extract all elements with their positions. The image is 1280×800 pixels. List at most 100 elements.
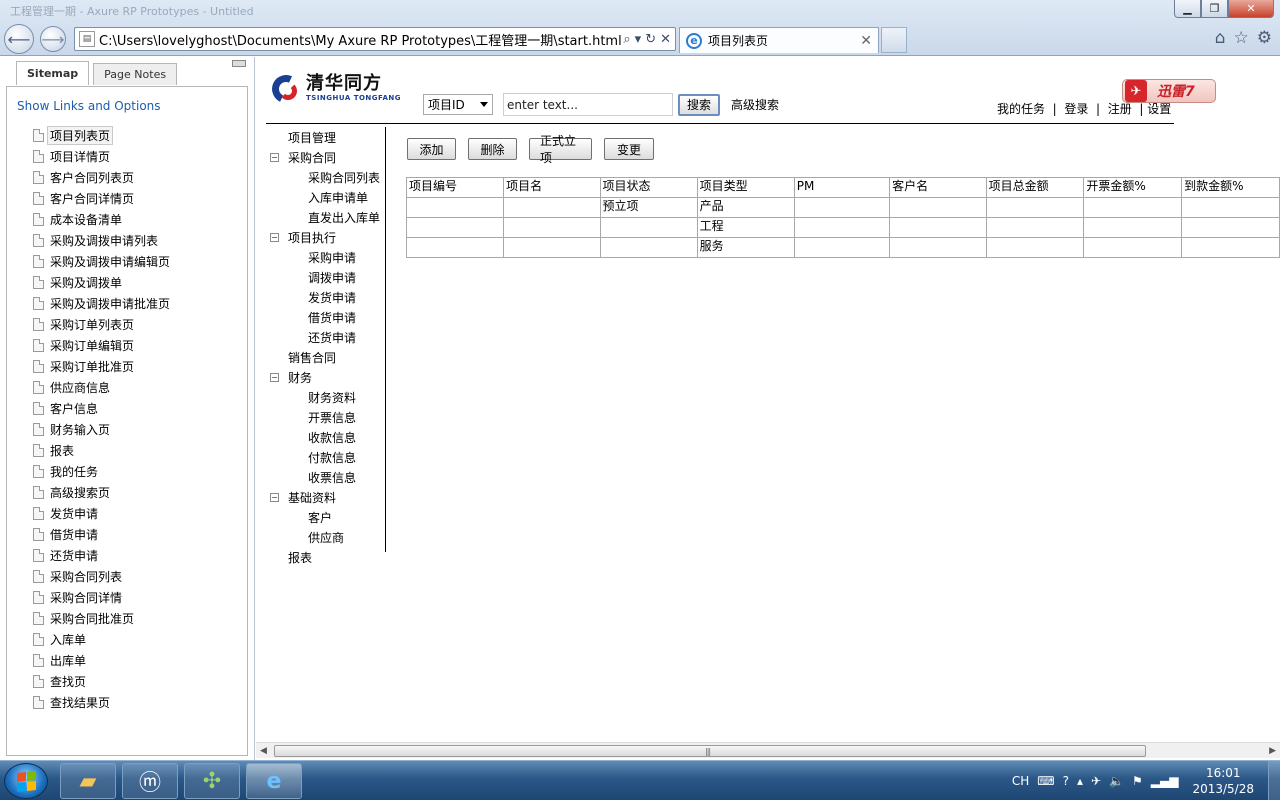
tree-item[interactable]: 客户	[308, 507, 332, 527]
sitemap-page-item[interactable]: 出库单	[29, 650, 170, 671]
xunlei-download-badge[interactable]: ✈ 迅雷7	[1122, 79, 1216, 103]
tree-group[interactable]: 报表	[288, 547, 312, 567]
tree-group[interactable]: 项目执行	[288, 227, 336, 247]
change-button[interactable]: 变更	[604, 138, 654, 160]
scrollbar-thumb[interactable]: |||	[274, 745, 1146, 757]
sitemap-page-item[interactable]: 项目详情页	[29, 146, 170, 167]
sitemap-page-item[interactable]: 采购合同详情	[29, 587, 170, 608]
tree-group[interactable]: 财务	[288, 367, 312, 387]
tree-item[interactable]: 供应商	[308, 527, 344, 547]
sitemap-page-item[interactable]: 采购及调拨申请批准页	[29, 293, 170, 314]
tree-item[interactable]: 发货申请	[308, 287, 356, 307]
tab-close-icon[interactable]: ✕	[860, 33, 872, 49]
login-link[interactable]: 登录	[1064, 102, 1088, 116]
dropdown-icon[interactable]: ▾	[635, 32, 642, 47]
sitemap-page-item[interactable]: 项目列表页	[29, 125, 170, 146]
tree-item[interactable]: 借货申请	[308, 307, 356, 327]
xunlei-tray-icon[interactable]: ✈	[1091, 774, 1101, 788]
tree-item[interactable]: 采购合同列表	[308, 167, 380, 187]
sitemap-page-item[interactable]: 采购及调拨申请编辑页	[29, 251, 170, 272]
sitemap-page-item[interactable]: 查找结果页	[29, 692, 170, 713]
sitemap-page-item[interactable]: 客户合同详情页	[29, 188, 170, 209]
collapse-toggle-icon[interactable]: −	[270, 373, 279, 382]
url-text[interactable]: C:\Users\lovelyghost\Documents\My Axure …	[99, 30, 623, 49]
collapse-toggle-icon[interactable]: −	[270, 233, 279, 242]
tree-group[interactable]: 基础资料	[288, 487, 336, 507]
scroll-right-icon[interactable]: ▶	[1269, 746, 1276, 756]
tree-item[interactable]: 直发出入库单	[308, 207, 380, 227]
clock[interactable]: 16:01 2013/5/28	[1192, 765, 1254, 797]
back-button[interactable]: ⟵	[4, 24, 34, 54]
sitemap-page-item[interactable]: 供应商信息	[29, 377, 170, 398]
add-button[interactable]: 添加	[407, 138, 456, 160]
tree-group[interactable]: 销售合同	[288, 347, 336, 367]
gear-icon[interactable]: ⚙	[1257, 28, 1272, 48]
tree-group[interactable]: 项目管理	[288, 127, 336, 147]
tree-item[interactable]: 付款信息	[308, 447, 356, 467]
volume-icon[interactable]: 🔈	[1109, 774, 1124, 788]
sitemap-page-item[interactable]: 采购订单编辑页	[29, 335, 170, 356]
tree-item[interactable]: 采购申请	[308, 247, 356, 267]
keyboard-icon[interactable]: ⌨	[1037, 774, 1054, 788]
flag-icon[interactable]: ⚑	[1132, 774, 1143, 788]
refresh-icon[interactable]: ↻	[645, 32, 656, 47]
table-row[interactable]: 预立项 产品	[405, 197, 1280, 218]
search-icon[interactable]: ⌕	[623, 32, 630, 47]
sitemap-page-item[interactable]: 报表	[29, 440, 170, 461]
tab-page-notes[interactable]: Page Notes	[93, 63, 178, 85]
table-row[interactable]: 服务	[405, 237, 1280, 258]
tree-item[interactable]: 还货申请	[308, 327, 356, 347]
taskbar-pinwheel-app[interactable]: ✣	[184, 763, 240, 799]
start-button[interactable]	[4, 763, 48, 799]
sitemap-page-item[interactable]: 采购订单批准页	[29, 356, 170, 377]
search-button[interactable]: 搜索	[678, 93, 720, 116]
taskbar-ie[interactable]: e	[246, 763, 302, 799]
tree-item[interactable]: 入库申请单	[308, 187, 368, 207]
formal-project-button[interactable]: 正式立项	[529, 134, 592, 165]
sitemap-page-item[interactable]: 采购及调拨单	[29, 272, 170, 293]
network-icon[interactable]: ▂▄▆	[1151, 774, 1179, 788]
sitemap-page-item[interactable]: 财务输入页	[29, 419, 170, 440]
pane-minimize-button[interactable]	[232, 60, 246, 67]
sitemap-page-item[interactable]: 还货申请	[29, 545, 170, 566]
tree-item[interactable]: 调拨申请	[308, 267, 356, 287]
address-bar[interactable]: ▤ C:\Users\lovelyghost\Documents\My Axur…	[74, 27, 676, 51]
taskbar-maxthon[interactable]: ⓜ	[122, 763, 178, 799]
star-icon[interactable]: ☆	[1234, 28, 1249, 48]
sitemap-page-item[interactable]: 采购及调拨申请列表	[29, 230, 170, 251]
maximize-button[interactable]: ❐	[1201, 0, 1228, 18]
input-language[interactable]: CH	[1012, 774, 1029, 788]
tree-item[interactable]: 收票信息	[308, 467, 356, 487]
sitemap-page-item[interactable]: 高级搜索页	[29, 482, 170, 503]
sitemap-page-item[interactable]: 采购订单列表页	[29, 314, 170, 335]
close-window-button[interactable]: ✕	[1228, 0, 1274, 18]
tree-item[interactable]: 开票信息	[308, 407, 356, 427]
sitemap-page-item[interactable]: 借货申请	[29, 524, 170, 545]
minimize-button[interactable]: ▁	[1174, 0, 1201, 18]
sitemap-page-item[interactable]: 成本设备清单	[29, 209, 170, 230]
sitemap-page-item[interactable]: 采购合同列表	[29, 566, 170, 587]
forward-button[interactable]: ⟶	[40, 26, 66, 52]
show-links-options-link[interactable]: Show Links and Options	[17, 99, 161, 113]
new-tab-button[interactable]	[881, 27, 907, 53]
sitemap-page-item[interactable]: 查找页	[29, 671, 170, 692]
sitemap-page-item[interactable]: 客户信息	[29, 398, 170, 419]
sitemap-page-item[interactable]: 发货申请	[29, 503, 170, 524]
tab-sitemap[interactable]: Sitemap	[16, 61, 90, 85]
horizontal-scrollbar[interactable]: ◀ ||| ▶	[256, 742, 1280, 758]
home-icon[interactable]: ⌂	[1215, 28, 1226, 48]
tree-group[interactable]: 采购合同	[288, 147, 336, 167]
help-icon[interactable]: ?	[1063, 774, 1069, 788]
tray-expand-icon[interactable]: ▴	[1077, 774, 1083, 788]
search-input[interactable]	[503, 93, 673, 116]
tree-item[interactable]: 收款信息	[308, 427, 356, 447]
delete-button[interactable]: 删除	[468, 138, 517, 160]
tree-item[interactable]: 财务资料	[308, 387, 356, 407]
collapse-toggle-icon[interactable]: −	[270, 153, 279, 162]
sitemap-page-item[interactable]: 入库单	[29, 629, 170, 650]
sitemap-page-item[interactable]: 我的任务	[29, 461, 170, 482]
collapse-toggle-icon[interactable]: −	[270, 493, 279, 502]
show-desktop-button[interactable]	[1268, 761, 1280, 800]
settings-link[interactable]: 设置	[1147, 102, 1171, 116]
advanced-search-link[interactable]: 高级搜索	[731, 96, 779, 113]
